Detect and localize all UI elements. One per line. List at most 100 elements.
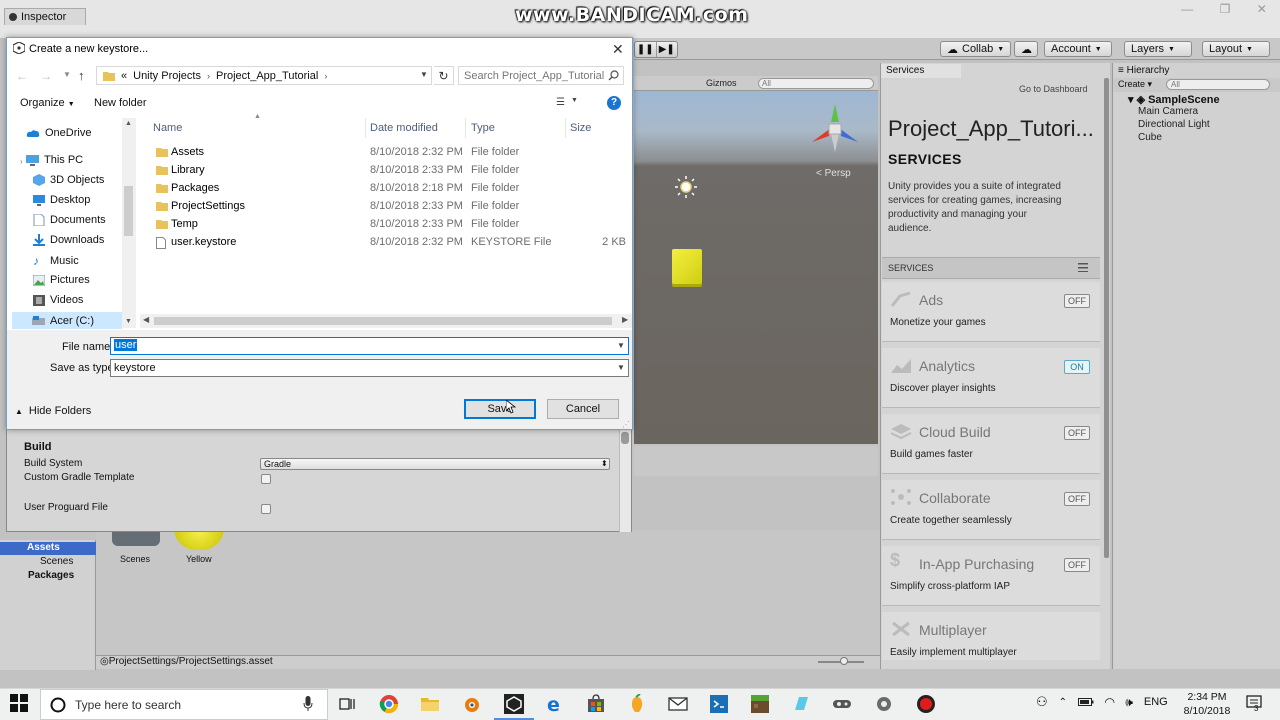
forward-arrow-icon[interactable]: → (40, 69, 52, 83)
account-button[interactable]: Account ▼ (1044, 41, 1112, 57)
pause-icon[interactable]: ❚❚ (635, 42, 656, 57)
nav-item-documents[interactable]: Documents (33, 214, 106, 226)
taskbar-search-input[interactable]: Type here to search (40, 689, 328, 720)
up-arrow-icon[interactable]: ↑ (78, 68, 85, 83)
layout-button[interactable]: Layout ▼ (1202, 41, 1270, 57)
bandicam-record-icon[interactable] (916, 694, 936, 714)
hierarchy-item[interactable]: Cube (1138, 132, 1162, 143)
settings-gear-icon[interactable] (874, 694, 894, 714)
organize-button[interactable]: Organize ▼ (20, 97, 75, 109)
layers-button[interactable]: Layers ▼ (1124, 41, 1192, 57)
scrollbar-thumb[interactable] (154, 317, 612, 325)
build-system-select[interactable]: Gradle (260, 458, 610, 470)
column-header-date[interactable]: Date modified (370, 122, 438, 134)
file-row[interactable]: Library 8/10/2018 2:33 PM File folder (150, 162, 630, 180)
file-name-input[interactable]: user (110, 337, 629, 355)
hierarchy-scene-root[interactable]: ▾ ◈ SampleScene (1128, 93, 1220, 106)
column-header-size[interactable]: Size (570, 122, 591, 134)
scrollbar-thumb[interactable] (124, 186, 133, 236)
service-card-analytics[interactable]: Analytics Discover player insights ON (882, 348, 1100, 408)
unity-icon[interactable] (494, 694, 534, 720)
nav-item-videos[interactable]: Videos (33, 294, 83, 306)
help-button[interactable]: ? (607, 96, 621, 110)
column-divider[interactable] (365, 118, 366, 138)
nav-item-3d-objects[interactable]: 3D Objects (33, 174, 104, 186)
chrome-icon[interactable] (379, 694, 399, 714)
nav-item-onedrive[interactable]: OneDrive (26, 127, 91, 139)
service-status-toggle[interactable]: ON (1064, 360, 1090, 374)
service-status-toggle[interactable]: OFF (1064, 426, 1090, 440)
minimize-icon[interactable]: — (1181, 2, 1193, 20)
fl-studio-icon[interactable] (627, 694, 647, 714)
collab-button[interactable]: ☁ Collab ▼ (940, 41, 1012, 57)
chevron-down-icon[interactable]: ▼ (420, 70, 428, 79)
hide-folders-button[interactable]: ▲ Hide Folders (15, 405, 91, 417)
inspector-scrollbar[interactable] (619, 430, 631, 532)
minecraft-icon[interactable] (750, 694, 770, 714)
windows-start-icon[interactable] (10, 694, 28, 712)
file-row[interactable]: user.keystore 8/10/2018 2:32 PM KEYSTORE F… (150, 234, 630, 252)
breadcrumb-item[interactable]: Unity Projects (133, 70, 201, 82)
scroll-left-icon[interactable]: ◀ (143, 315, 149, 324)
project-assets-folder[interactable]: Assets (0, 542, 96, 555)
battery-icon[interactable] (1078, 697, 1094, 707)
refresh-icon[interactable]: ↻ (434, 66, 454, 85)
hierarchy-tab[interactable]: ≡ Hierarchy (1114, 64, 1194, 78)
maximize-icon[interactable]: ❐ (1220, 2, 1231, 20)
task-view-icon[interactable] (337, 694, 357, 714)
file-row[interactable]: Packages 8/10/2018 2:18 PM File folder (150, 180, 630, 198)
scene-search-input[interactable]: All (758, 78, 874, 89)
steam-icon[interactable] (832, 694, 852, 714)
hamburger-menu-icon[interactable] (1078, 263, 1088, 272)
language-indicator[interactable]: ENG (1144, 696, 1168, 708)
file-explorer-icon[interactable] (420, 694, 440, 714)
wifi-icon[interactable]: ◜◝ (1105, 695, 1114, 709)
file-row[interactable]: Temp 8/10/2018 2:33 PM File folder (150, 216, 630, 234)
scroll-right-icon[interactable]: ▶ (622, 315, 628, 324)
chevron-right-icon[interactable]: › (20, 157, 23, 166)
search-icon[interactable] (608, 70, 619, 81)
mail-icon[interactable] (668, 694, 688, 714)
nav-item-downloads[interactable]: Downloads (33, 234, 104, 246)
breadcrumb-item[interactable]: Project_App_Tutorial (216, 70, 318, 82)
services-tab[interactable]: Services (881, 64, 961, 78)
nav-item-music[interactable]: ♪ Music (33, 254, 79, 268)
service-status-toggle[interactable]: OFF (1064, 492, 1090, 506)
services-scrollbar[interactable] (1104, 78, 1109, 558)
resize-grip-icon[interactable]: ⋰ (622, 420, 630, 429)
user-proguard-checkbox[interactable] (261, 504, 271, 514)
nav-item-desktop[interactable]: Desktop (33, 194, 90, 206)
service-status-toggle[interactable]: OFF (1064, 294, 1090, 308)
gizmos-button[interactable]: Gizmos (706, 78, 737, 88)
paint-3d-icon[interactable] (791, 694, 811, 714)
inspector-tab[interactable]: Inspector (4, 8, 86, 25)
taskbar-clock[interactable]: 2:34 PM 8/10/2018 (1182, 690, 1232, 718)
service-card-in-app-purchasing[interactable]: $ In-App Purchasing Simplify cross-platf… (882, 546, 1100, 606)
back-arrow-icon[interactable]: ← (16, 69, 28, 83)
slider-handle[interactable] (840, 657, 848, 665)
column-header-type[interactable]: Type (471, 122, 495, 134)
close-icon[interactable]: ✕ (612, 41, 624, 58)
search-input[interactable]: Search Project_App_Tutorial (458, 66, 624, 85)
nav-item-pictures[interactable]: Pictures (33, 274, 90, 286)
chevron-down-icon[interactable]: ▼ (617, 341, 625, 350)
chevron-right-icon[interactable]: › (207, 71, 210, 81)
scroll-down-icon[interactable]: ▼ (125, 318, 132, 325)
service-card-collaborate[interactable]: Collaborate Create together seamlessly O… (882, 480, 1100, 540)
chevron-down-icon[interactable]: ▼ (617, 363, 625, 372)
close-window-icon[interactable]: ✕ (1257, 2, 1267, 20)
people-icon[interactable]: ⚇ (1036, 694, 1048, 710)
chevron-down-icon[interactable]: ▼ (63, 70, 71, 79)
hierarchy-search-input[interactable]: All (1166, 79, 1270, 90)
blender-icon[interactable] (461, 694, 481, 714)
chevron-up-icon[interactable]: ⌃ (1059, 697, 1067, 708)
column-header-name[interactable]: Name (153, 122, 182, 134)
step-icon[interactable]: ▶❚ (655, 42, 678, 57)
vscode-icon[interactable] (709, 694, 729, 714)
file-row[interactable]: ProjectSettings 8/10/2018 2:33 PM File fol… (150, 198, 630, 216)
custom-gradle-checkbox[interactable] (261, 474, 271, 484)
volume-icon[interactable]: 🕪 (1125, 695, 1133, 710)
nav-item-this-pc[interactable]: This PC (26, 154, 83, 166)
persp-label[interactable]: < Persp (816, 168, 851, 179)
scroll-up-icon[interactable]: ▲ (125, 120, 132, 127)
